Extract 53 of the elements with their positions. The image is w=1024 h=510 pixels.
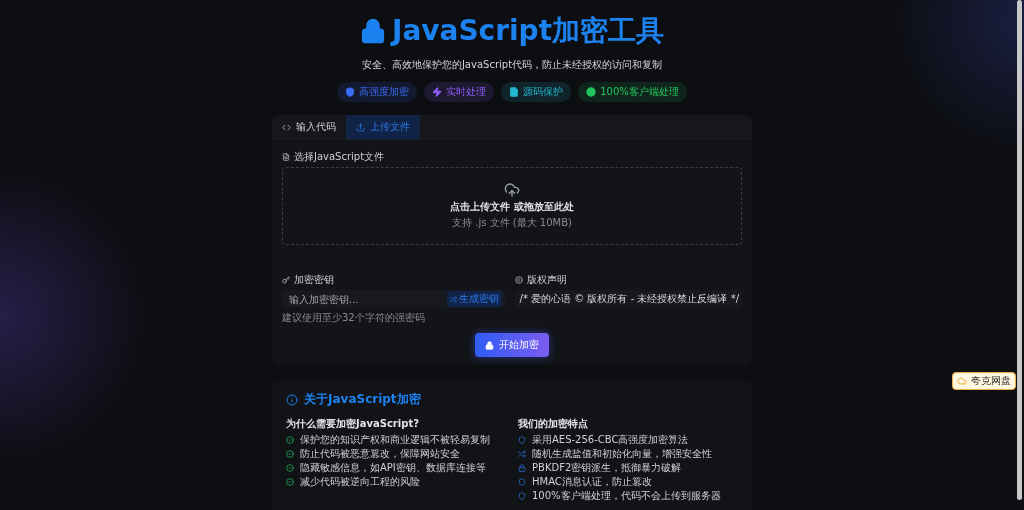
subtitle: 安全、高效地保护您的JavaScript代码，防止未经授权的访问和复制 — [361, 58, 663, 72]
list-item: HMAC消息认证，防止篡改 — [518, 475, 738, 489]
cloud-drive-widget[interactable]: 夸克网盘 — [952, 372, 1016, 390]
check-circle-icon — [286, 450, 294, 458]
field-label: 加密密钥 — [294, 273, 334, 287]
copyright-field[interactable]: /* 爱的心语 © 版权所有 - 未经授权禁止反编译 */ — [514, 290, 742, 308]
key-icon — [282, 276, 290, 284]
code-icon — [282, 122, 291, 132]
lock-icon — [518, 464, 526, 472]
field-label: 选择JavaScript文件 — [294, 150, 385, 164]
tab[interactable]: 上传文件 — [346, 115, 420, 139]
feature-badge: 源码保护 — [501, 82, 572, 102]
upload-icon — [356, 122, 365, 132]
feature-badge: 实时处理 — [424, 82, 495, 102]
column-heading: 为什么需要加密JavaScript? — [286, 417, 420, 431]
feature-badge: 高强度加密 — [337, 82, 418, 102]
list-item: 隐藏敏感信息，如API密钥、数据库连接等 — [286, 461, 506, 475]
info-icon — [286, 393, 298, 406]
encrypt-button[interactable]: 开始加密 — [475, 333, 549, 357]
upload-prompt: 点击上传文件 或拖放至此处 — [450, 200, 574, 214]
key-hint: 建议使用至少32个字符的强密码 — [282, 311, 426, 325]
field-label: 版权声明 — [526, 273, 567, 287]
file-dropzone[interactable]: 点击上传文件 或拖放至此处 支持 .js 文件 (最大 10MB) — [282, 167, 742, 245]
copyright-icon — [514, 276, 523, 284]
tab[interactable]: 输入代码 — [272, 115, 346, 139]
lock-icon — [485, 340, 494, 350]
document-icon — [282, 153, 290, 161]
feature-badge: 100%客户端处理 — [578, 82, 687, 102]
column-heading: 我们的加密特点 — [518, 417, 589, 431]
shield-icon — [518, 436, 526, 444]
scrollbar[interactable] — [1017, 0, 1022, 500]
shuffle-icon — [449, 295, 457, 303]
list-item: 保护您的知识产权和商业逻辑不被轻易复制 — [286, 433, 506, 447]
cloud-icon — [957, 376, 967, 386]
cloud-upload-icon — [504, 182, 520, 198]
section-title: 关于JavaScript加密 — [286, 391, 738, 408]
shield-icon — [518, 492, 526, 500]
check-circle-icon — [286, 436, 294, 444]
list-item: 防止代码被恶意篡改，保障网站安全 — [286, 447, 506, 461]
check-circle-icon — [286, 464, 294, 472]
list-item: PBKDF2密钥派生，抵御暴力破解 — [518, 461, 738, 475]
shield-icon — [518, 478, 526, 486]
generate-key-button[interactable]: 生成密钥 — [446, 291, 502, 307]
key-input-field[interactable]: 输入加密密钥... 生成密钥 — [282, 290, 505, 308]
list-item: 100%客户端处理，代码不会上传到服务器 — [518, 489, 738, 503]
list-item: 采用AES-256-CBC高强度加密算法 — [518, 433, 738, 447]
page-title: JavaScript加密工具 — [359, 12, 665, 50]
list-item: 随机生成盐值和初始化向量，增强安全性 — [518, 447, 738, 461]
check-circle-icon — [286, 478, 294, 486]
lock-icon — [359, 18, 386, 44]
list-item: 减少代码被逆向工程的风险 — [286, 475, 506, 489]
upload-hint: 支持 .js 文件 (最大 10MB) — [452, 216, 572, 230]
shuffle-icon — [518, 450, 526, 458]
